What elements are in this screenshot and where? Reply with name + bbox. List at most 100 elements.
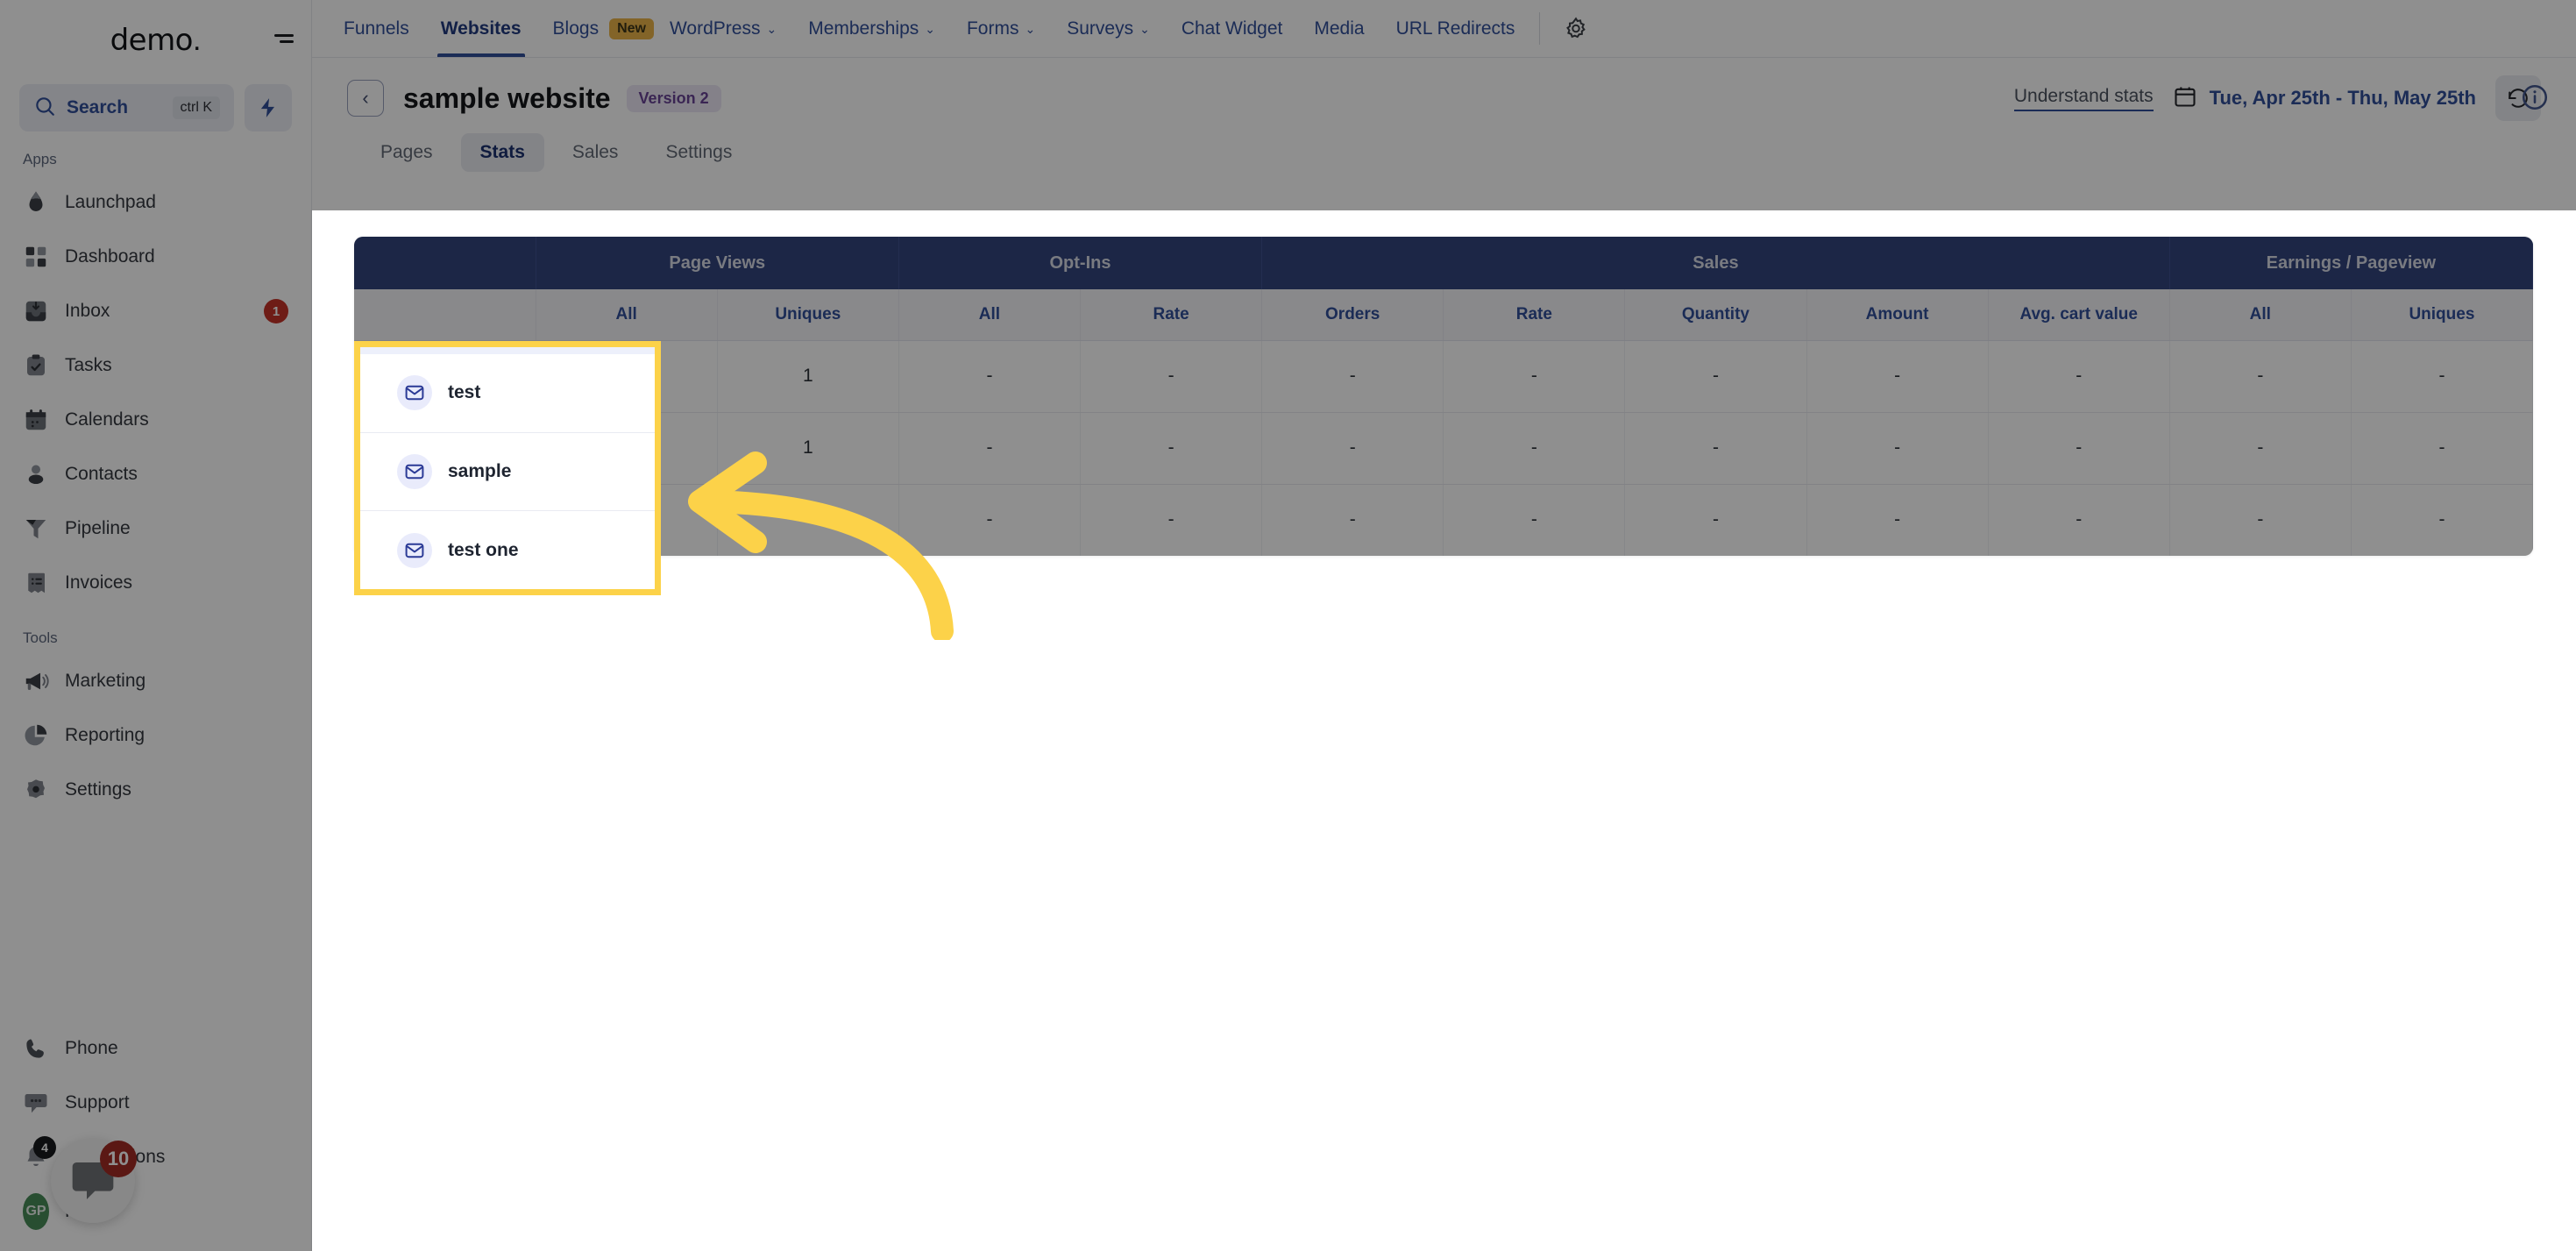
brand-dot: .	[192, 23, 202, 57]
topnav-item-media[interactable]: Media	[1298, 0, 1380, 57]
back-button[interactable]: ‹	[347, 80, 384, 117]
calendar-icon	[23, 407, 49, 433]
table-column-header-1: All	[536, 289, 718, 341]
chevron-down-icon: ⌄	[766, 21, 777, 36]
table-column-header-4: Rate	[1080, 289, 1263, 341]
sidebar-item-phone[interactable]: Phone	[0, 1021, 311, 1076]
sidebar-item-label: Inbox	[65, 301, 110, 321]
info-button[interactable]	[2520, 82, 2550, 117]
sidebar-item-invoices[interactable]: Invoices	[0, 556, 311, 610]
settings-icon	[27, 779, 45, 799]
table-column-header-8: Amount	[1806, 289, 1989, 341]
sidebar-item-calendars[interactable]: Calendars	[0, 393, 311, 447]
phone-icon	[23, 1035, 49, 1062]
table-cell: -	[717, 484, 899, 556]
table-cell: -	[1080, 340, 1263, 413]
sidebar-item-notifications[interactable]: 4Notifications	[0, 1130, 311, 1184]
search-input[interactable]: Search ctrl K	[19, 84, 234, 131]
table-cell: -	[1261, 412, 1444, 485]
tab-stats[interactable]: Stats	[460, 133, 544, 172]
topnav-item-forms[interactable]: Forms ⌄	[951, 0, 1051, 57]
version-badge: Version 2	[626, 84, 721, 112]
table-cell: -	[2169, 484, 2352, 556]
sidebar-item-inbox[interactable]: Inbox 1	[0, 284, 311, 338]
inbox-icon	[23, 298, 49, 324]
pie-chart-icon	[23, 722, 49, 749]
topnav-item-funnels[interactable]: Funnels	[328, 0, 425, 57]
understand-stats-link[interactable]: Understand stats	[2013, 86, 2154, 111]
website-list-item[interactable]: test	[360, 354, 655, 433]
page-header-row: ‹ sample website Version 2 Understand st…	[312, 58, 2576, 121]
sidebar-item-launchpad[interactable]: Launchpad	[0, 175, 311, 230]
table-cell: -	[1080, 412, 1263, 485]
sidebar-item-profile[interactable]: GPProfile	[0, 1184, 311, 1239]
website-list-item[interactable]: test one	[360, 511, 655, 589]
table-row[interactable]: 11---------	[354, 412, 2533, 485]
topnav-item-url-redirects[interactable]: URL Redirects	[1380, 0, 1531, 57]
table-cell: -	[2351, 484, 2533, 556]
settings-gear-button[interactable]	[1549, 0, 1603, 57]
stats-table-body: 11---------11--------------------	[354, 340, 2533, 556]
table-group-header-sales: Sales	[1261, 237, 2170, 289]
topnav-item-label: Funnels	[344, 18, 409, 39]
new-badge: New	[609, 18, 654, 39]
sidebar-item-tasks[interactable]: Tasks	[0, 338, 311, 393]
table-cell: -	[2351, 412, 2533, 485]
support-chat-icon	[25, 1094, 47, 1113]
topnav-item-blogs[interactable]: Blogs	[537, 0, 615, 57]
table-cell: -	[1624, 340, 1807, 413]
quick-actions-button[interactable]	[245, 84, 292, 131]
date-range-text: Tue, Apr 25th - Thu, May 25th	[2209, 87, 2476, 109]
website-list-item-label: test one	[448, 539, 519, 560]
collapse-sidebar-icon[interactable]	[271, 31, 295, 50]
table-row[interactable]: -----------	[354, 484, 2533, 556]
table-cell: -	[898, 340, 1082, 413]
topnav-item-wordpress[interactable]: WordPress ⌄	[654, 0, 792, 57]
topnav-item-chat-widget[interactable]: Chat Widget	[1166, 0, 1299, 57]
table-row[interactable]: 11---------	[354, 340, 2533, 413]
launchpad-icon	[23, 189, 49, 216]
sidebar-item-reporting[interactable]: Reporting	[0, 708, 311, 763]
sidebar-item-label: Launchpad	[65, 192, 156, 212]
table-sub-header-row: All Uniques All Rate Orders Rate Quantity Amoun…	[354, 289, 2533, 341]
chat-unread-badge: 10	[100, 1141, 137, 1177]
sidebar-item-label: Dashboard	[65, 246, 155, 267]
top-navigation: Funnels Websites Blogs New WordPress ⌄ Members…	[312, 0, 2576, 58]
stats-table-container: Page Views Opt-Ins Sales Earnings / Pagevie…	[354, 237, 2533, 556]
table-column-header-6: Rate	[1443, 289, 1626, 341]
topnav-item-label: Media	[1314, 18, 1365, 39]
sidebar-item-dashboard[interactable]: Dashboard	[0, 230, 311, 284]
topnav-item-memberships[interactable]: Memberships ⌄	[792, 0, 951, 57]
brand: demo .	[0, 0, 311, 81]
sidebar-item-support[interactable]: Support	[0, 1076, 311, 1130]
contacts-icon	[28, 465, 44, 484]
support-chat-icon	[23, 1090, 49, 1116]
date-range-picker[interactable]: Tue, Apr 25th - Thu, May 25th	[2173, 84, 2476, 113]
sidebar-item-label: Support	[65, 1092, 130, 1112]
tab-pages[interactable]: Pages	[361, 133, 452, 172]
table-cell: -	[1624, 412, 1807, 485]
table-group-header-opt-ins: Opt-Ins	[898, 237, 1263, 289]
table-column-header-10: All	[2169, 289, 2352, 341]
search-label: Search	[67, 97, 129, 117]
website-list-item-label: sample	[448, 461, 512, 481]
topnav-item-websites[interactable]: Websites	[425, 0, 537, 57]
gear-icon	[1566, 16, 1586, 38]
website-list-item[interactable]: sample	[360, 433, 655, 512]
tab-settings[interactable]: Settings	[646, 133, 751, 172]
page-title: sample website	[403, 82, 611, 114]
chat-launcher-button[interactable]: 10	[51, 1139, 137, 1223]
tab-sales[interactable]: Sales	[553, 133, 638, 172]
tasks-icon	[23, 352, 49, 379]
sidebar-item-settings[interactable]: Settings	[0, 763, 311, 817]
page-header-actions: Understand stats Tue, Apr 25th - Thu, Ma…	[2013, 75, 2541, 121]
sidebar-item-marketing[interactable]: Marketing	[0, 654, 311, 708]
sidebar-section-apps: Apps	[23, 151, 57, 167]
table-cell: -	[1988, 412, 2170, 485]
sidebar: demo . Search ctrl K Apps Launchpad Dash…	[0, 0, 312, 1251]
table-cell: -	[1261, 484, 1444, 556]
table-group-header-row: Page Views Opt-Ins Sales Earnings / Pagevie…	[354, 237, 2533, 289]
sidebar-item-contacts[interactable]: Contacts	[0, 447, 311, 501]
topnav-item-surveys[interactable]: Surveys ⌄	[1051, 0, 1166, 57]
sidebar-item-pipeline[interactable]: Pipeline	[0, 501, 311, 556]
